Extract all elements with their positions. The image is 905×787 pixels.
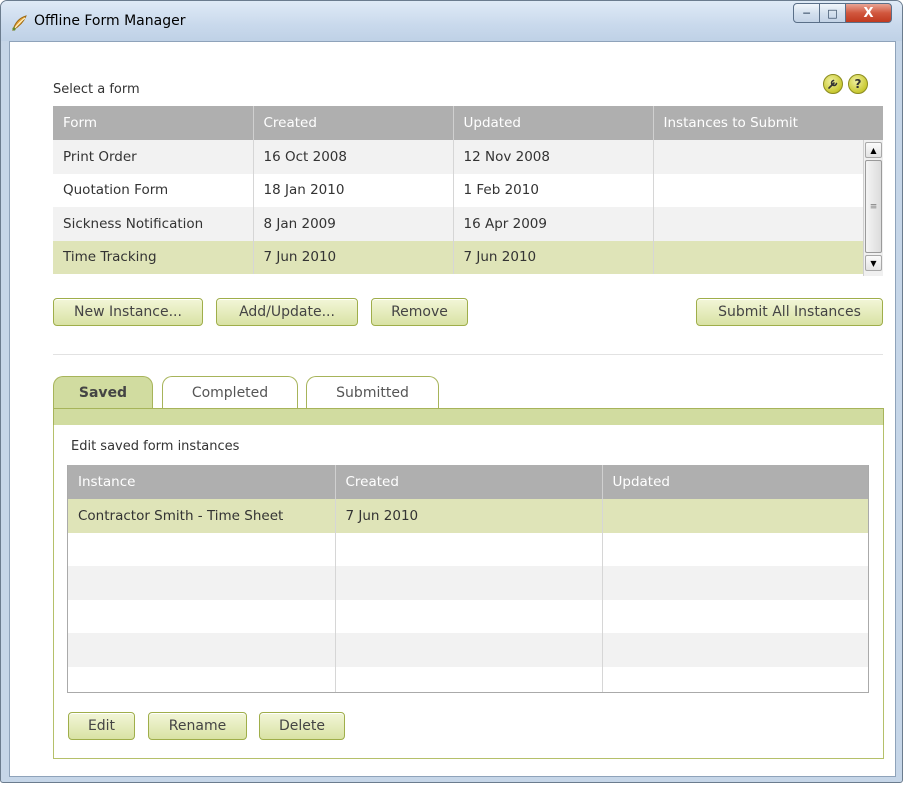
scroll-up-arrow-icon[interactable]: ▲ bbox=[865, 142, 882, 158]
select-form-label: Select a form bbox=[53, 82, 140, 97]
tab-submitted[interactable]: Submitted bbox=[306, 376, 439, 408]
cell-updated: 7 Jun 2010 bbox=[452, 240, 653, 274]
table-row[interactable]: Print Order 16 Oct 2008 12 Nov 2008 bbox=[53, 140, 863, 174]
maximize-icon: □ bbox=[827, 6, 838, 20]
window-title: Offline Form Manager bbox=[34, 13, 186, 29]
empty-row bbox=[68, 666, 868, 692]
cell-updated bbox=[601, 499, 868, 533]
instances-table: Instance Created Updated Contractor Smit… bbox=[68, 465, 868, 692]
empty-row bbox=[68, 566, 868, 600]
empty-row bbox=[68, 532, 868, 566]
cell-form: Sickness Notification bbox=[53, 207, 253, 241]
forms-header-row: Form Created Updated Instances to Submit bbox=[53, 106, 863, 140]
add-update-button[interactable]: Add/Update... bbox=[216, 298, 358, 326]
tab-saved[interactable]: Saved bbox=[53, 376, 153, 408]
cell-updated: 12 Nov 2008 bbox=[452, 140, 653, 174]
help-icon[interactable]: ? bbox=[848, 74, 868, 94]
empty-row bbox=[68, 633, 868, 667]
app-window: Offline Form Manager ─ □ X Select a form… bbox=[0, 0, 903, 783]
title-bar[interactable]: Offline Form Manager ─ □ X bbox=[1, 1, 902, 41]
rename-button[interactable]: Rename bbox=[148, 712, 247, 740]
empty-row bbox=[68, 599, 868, 633]
cell-created: 18 Jan 2010 bbox=[252, 173, 453, 207]
instances-header-row: Instance Created Updated bbox=[68, 465, 868, 499]
minimize-button[interactable]: ─ bbox=[793, 3, 820, 23]
cell-created: 16 Oct 2008 bbox=[252, 140, 453, 174]
cell-created: 7 Jun 2010 bbox=[334, 499, 602, 533]
cell-instances bbox=[652, 240, 863, 274]
help-icon-glyph: ? bbox=[854, 77, 862, 91]
cell-form: Print Order bbox=[53, 140, 253, 174]
column-header-created[interactable]: Created bbox=[252, 106, 453, 140]
section-divider bbox=[53, 354, 883, 355]
close-button[interactable]: X bbox=[845, 3, 892, 23]
cell-created: 8 Jan 2009 bbox=[252, 207, 453, 241]
tab-completed[interactable]: Completed bbox=[162, 376, 298, 408]
column-header-instance[interactable]: Instance bbox=[68, 465, 335, 499]
cell-instances bbox=[652, 140, 863, 174]
cell-form: Time Tracking bbox=[53, 240, 253, 274]
window-controls: ─ □ X bbox=[793, 3, 892, 23]
cell-instances bbox=[652, 173, 863, 207]
tab-strip bbox=[53, 408, 884, 425]
remove-button[interactable]: Remove bbox=[371, 298, 468, 326]
forms-table: Form Created Updated Instances to Submit… bbox=[53, 106, 863, 274]
header-corner bbox=[863, 106, 883, 140]
column-header-updated[interactable]: Updated bbox=[601, 465, 868, 499]
column-header-instances-to-submit[interactable]: Instances to Submit bbox=[652, 106, 863, 140]
scroll-down-arrow-icon[interactable]: ▼ bbox=[865, 255, 882, 271]
cell-updated: 16 Apr 2009 bbox=[452, 207, 653, 241]
cell-updated: 1 Feb 2010 bbox=[452, 173, 653, 207]
scroll-thumb[interactable]: ≡ bbox=[865, 160, 882, 253]
new-instance-button[interactable]: New Instance... bbox=[53, 298, 203, 326]
saved-tab-panel: Edit saved form instances Instance Creat… bbox=[53, 425, 884, 759]
delete-button[interactable]: Delete bbox=[259, 712, 345, 740]
table-row-selected[interactable]: Contractor Smith - Time Sheet 7 Jun 2010 bbox=[68, 499, 868, 533]
forms-grid: Form Created Updated Instances to Submit… bbox=[53, 106, 883, 276]
table-row-selected[interactable]: Time Tracking 7 Jun 2010 7 Jun 2010 bbox=[53, 240, 863, 274]
client-area: Select a form ? Form Created Updated Ins… bbox=[9, 41, 896, 777]
submit-all-instances-button[interactable]: Submit All Instances bbox=[696, 298, 883, 326]
app-logo-icon bbox=[10, 13, 30, 33]
column-header-updated[interactable]: Updated bbox=[452, 106, 653, 140]
table-row[interactable]: Sickness Notification 8 Jan 2009 16 Apr … bbox=[53, 207, 863, 241]
cell-instance: Contractor Smith - Time Sheet bbox=[68, 499, 335, 533]
table-row[interactable]: Quotation Form 18 Jan 2010 1 Feb 2010 bbox=[53, 173, 863, 207]
cell-form: Quotation Form bbox=[53, 173, 253, 207]
column-header-created[interactable]: Created bbox=[334, 465, 602, 499]
edit-saved-label: Edit saved form instances bbox=[71, 439, 240, 454]
forms-scrollbar[interactable]: ▲ ≡ ▼ bbox=[863, 140, 883, 276]
cell-created: 7 Jun 2010 bbox=[252, 240, 453, 274]
minimize-icon: ─ bbox=[803, 6, 810, 20]
cell-instances bbox=[652, 207, 863, 241]
instances-grid: Instance Created Updated Contractor Smit… bbox=[67, 465, 869, 693]
column-header-form[interactable]: Form bbox=[53, 106, 253, 140]
close-icon: X bbox=[863, 5, 874, 21]
maximize-button[interactable]: □ bbox=[819, 3, 846, 23]
wrench-icon[interactable] bbox=[823, 74, 843, 94]
edit-button[interactable]: Edit bbox=[68, 712, 135, 740]
